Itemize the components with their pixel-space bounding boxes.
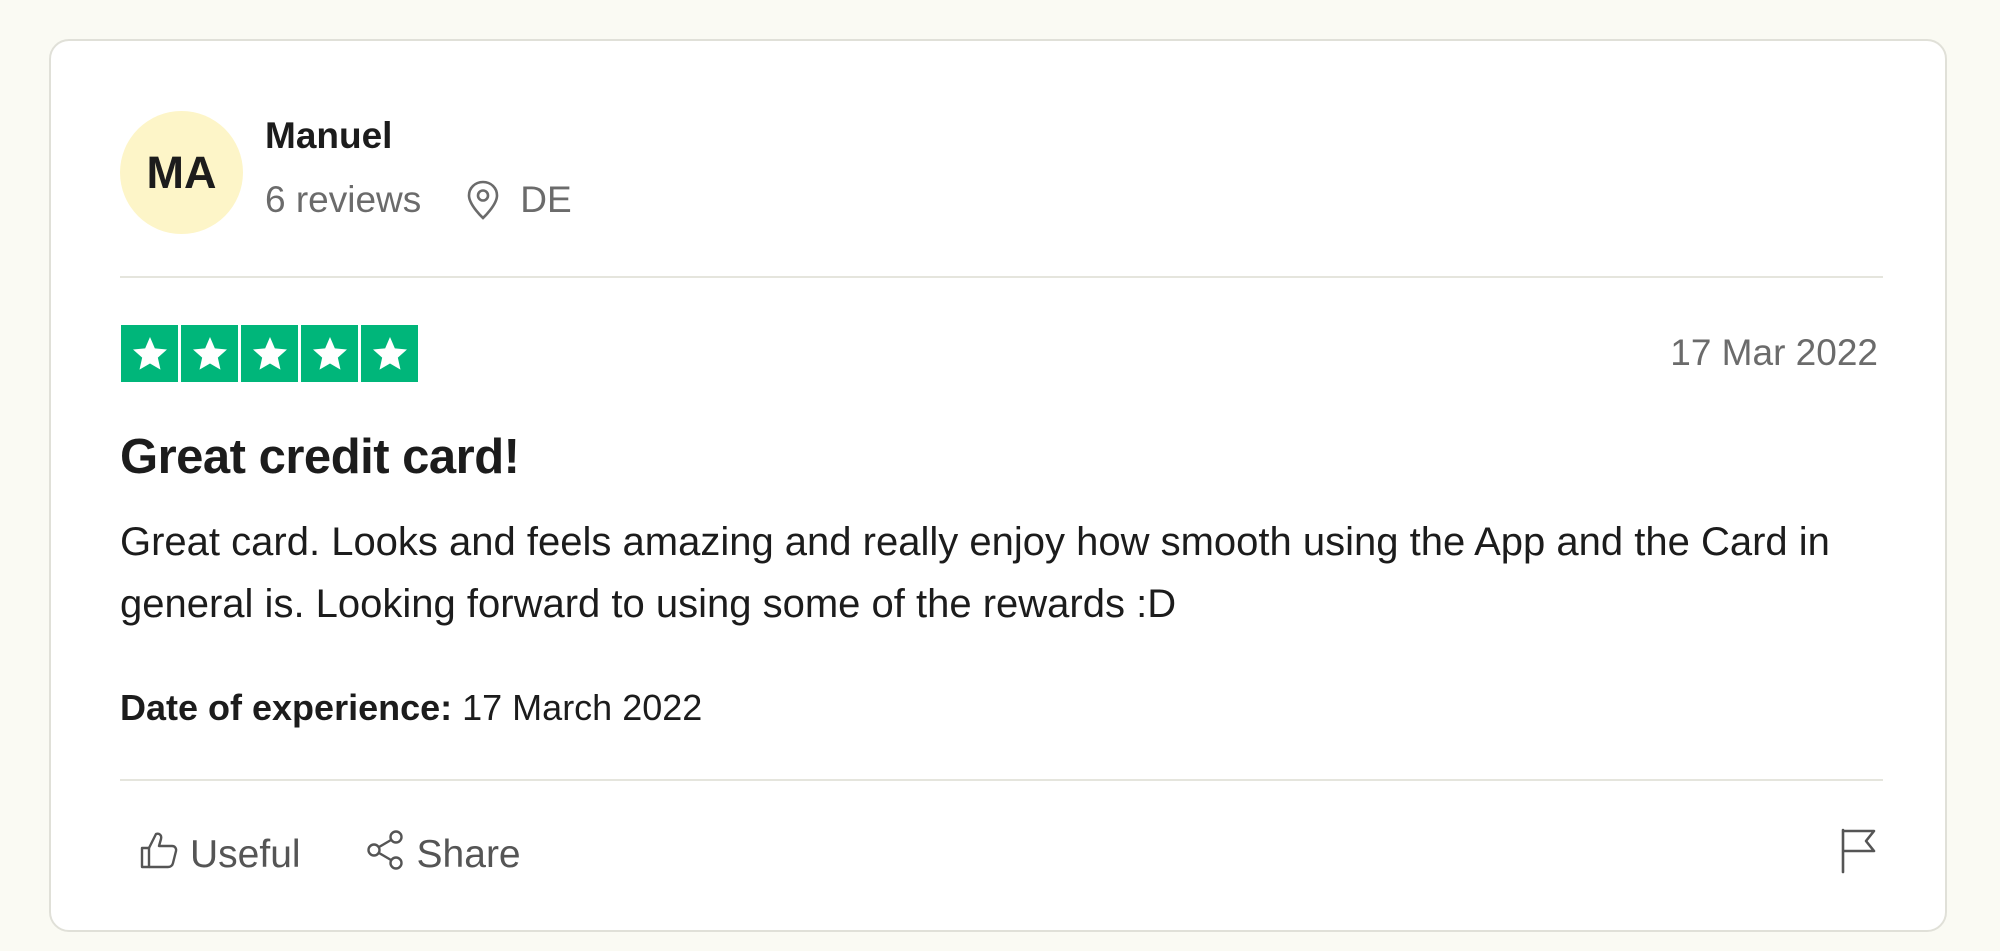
share-label: Share xyxy=(416,833,521,876)
avatar[interactable]: MA xyxy=(120,111,243,234)
star-icon xyxy=(121,325,178,382)
star-rating xyxy=(121,325,418,382)
report-flag-button[interactable] xyxy=(1839,826,1879,879)
star-icon xyxy=(241,325,298,382)
review-title[interactable]: Great credit card! xyxy=(120,429,520,485)
useful-button[interactable]: Useful xyxy=(138,829,301,881)
footer-divider xyxy=(120,779,1883,781)
review-actions: Useful Share xyxy=(138,829,521,881)
star-icon xyxy=(361,325,418,382)
reviewer-meta: 6 reviews DE xyxy=(265,179,572,221)
flag-icon xyxy=(1839,828,1879,878)
review-date: 17 Mar 2022 xyxy=(1670,332,1878,373)
review-body: Great card. Looks and feels amazing and … xyxy=(120,520,1830,626)
useful-label: Useful xyxy=(190,833,301,876)
review-card: MA Manuel 6 reviews DE 17 Mar 2022 Great… xyxy=(49,39,1947,932)
reviewer-header: MA Manuel 6 reviews DE xyxy=(120,111,1883,274)
experience-date: 17 March 2022 xyxy=(462,687,703,728)
location-pin-icon xyxy=(466,180,500,220)
experience-label: Date of experience: xyxy=(120,687,453,728)
star-icon xyxy=(181,325,238,382)
reviewer-name[interactable]: Manuel xyxy=(265,115,392,157)
reviews-count: 6 reviews xyxy=(265,179,422,220)
avatar-initials: MA xyxy=(146,146,217,198)
star-icon xyxy=(301,325,358,382)
thumbs-up-icon xyxy=(138,829,180,881)
reviewer-country: DE xyxy=(520,179,572,220)
header-divider xyxy=(120,276,1883,278)
date-of-experience: Date of experience: 17 March 2022 xyxy=(120,687,702,729)
share-icon xyxy=(365,829,407,881)
share-button[interactable]: Share xyxy=(365,829,521,881)
